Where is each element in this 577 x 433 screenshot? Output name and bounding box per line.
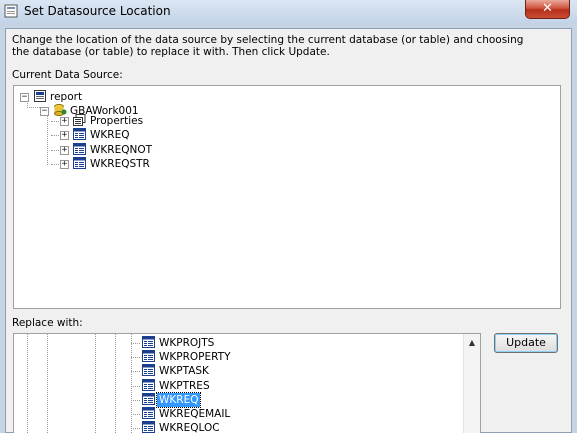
tree-label-table: WKREQSTR bbox=[90, 158, 150, 170]
collapse-icon[interactable]: − bbox=[20, 93, 29, 102]
tree-label-table: WKREQNOT bbox=[90, 144, 152, 156]
table-icon bbox=[73, 143, 86, 155]
app-icon bbox=[4, 4, 18, 18]
replace-item-label: WKREQEMAIL bbox=[159, 408, 231, 420]
expand-icon[interactable]: + bbox=[60, 160, 69, 169]
close-button[interactable]: ✕ bbox=[525, 0, 570, 19]
table-icon bbox=[73, 157, 86, 169]
replace-with-label: Replace with: bbox=[12, 317, 83, 329]
dialog-window: Set Datasource Location ✕ Change the loc… bbox=[0, 0, 577, 433]
title-bar[interactable]: Set Datasource Location ✕ bbox=[0, 0, 577, 24]
update-button[interactable]: Update bbox=[494, 333, 558, 353]
replace-item-label: WKREQLOC bbox=[159, 422, 220, 433]
report-icon bbox=[34, 90, 46, 102]
expand-icon[interactable]: + bbox=[60, 117, 69, 126]
replace-item-label: WKPROPERTY bbox=[159, 351, 231, 363]
table-icon bbox=[142, 421, 155, 433]
table-icon bbox=[142, 379, 155, 391]
dialog-body: Change the location of the data source b… bbox=[5, 28, 572, 433]
current-source-tree[interactable]: − report − GBAWork001 + Properties + WKR… bbox=[13, 85, 561, 309]
current-source-label: Current Data Source: bbox=[12, 69, 123, 81]
table-icon bbox=[142, 336, 155, 348]
database-icon bbox=[54, 104, 67, 116]
replace-with-tree[interactable]: WKPROJTS WKPROPERTY WKPTASK WKPTRES WKRE bbox=[13, 333, 481, 433]
properties-icon bbox=[73, 114, 86, 126]
close-icon: ✕ bbox=[542, 1, 553, 16]
replace-item-label: WKREQ bbox=[155, 392, 202, 408]
table-icon bbox=[73, 128, 86, 140]
replace-item-label: WKPTASK bbox=[159, 365, 209, 377]
update-button-label: Update bbox=[506, 336, 546, 349]
collapse-icon[interactable]: − bbox=[40, 107, 49, 116]
table-icon bbox=[142, 350, 155, 362]
tree-label-table: WKREQ bbox=[90, 129, 130, 141]
replace-item-label: WKPTRES bbox=[159, 380, 210, 392]
expand-icon[interactable]: + bbox=[60, 131, 69, 140]
scroll-up-arrow-icon[interactable]: ▲ bbox=[466, 337, 478, 349]
table-icon bbox=[142, 393, 155, 405]
instructions-text: Change the location of the data source b… bbox=[12, 34, 524, 58]
vertical-scrollbar[interactable]: ▲ bbox=[463, 334, 480, 433]
table-icon bbox=[142, 364, 155, 376]
table-icon bbox=[142, 407, 155, 419]
tree-label-properties: Properties bbox=[90, 115, 144, 127]
expand-icon[interactable]: + bbox=[60, 146, 69, 155]
replace-item-label: WKPROJTS bbox=[159, 337, 215, 349]
tree-label-report: report bbox=[50, 91, 83, 103]
window-title: Set Datasource Location bbox=[24, 4, 171, 18]
